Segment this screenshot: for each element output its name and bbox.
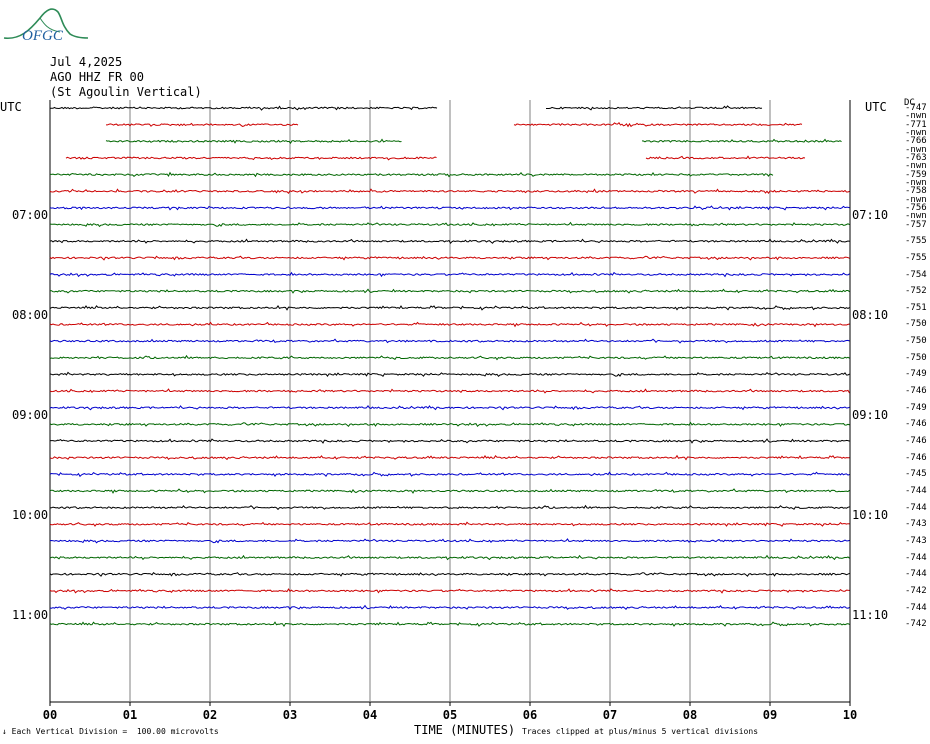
dc-offset-label: -749 [905,402,927,413]
dc-offset-label: -742 [905,585,927,596]
dc-offset-label: -743 [905,535,927,546]
seismic-trace-1 [106,122,299,127]
dc-offset-label: -743 [905,519,927,530]
dc-offset-label: -742 [905,619,927,630]
x-tick-label: 09 [763,708,777,722]
scale-note: ↓ Each Vertical Division = 100.00 microv… [2,727,219,737]
dc-offset-label: -750 [905,319,927,330]
dc-offset-label: -744 [905,485,927,496]
x-tick-label: 02 [203,708,217,722]
seismic-trace-3 [645,155,806,160]
x-tick-label: 10 [843,708,857,722]
seismic-trace-3 [65,156,437,161]
dc-blank-mark: -nwn [905,144,927,155]
right-time-label: 07:10 [852,208,889,223]
scale-text: Each Vertical Division = 100.00 microvol… [11,727,219,736]
left-time-label: 11:00 [12,607,49,622]
x-tick-label: 06 [523,708,537,722]
x-tick-label: 07 [603,708,617,722]
left-time-label: 10:00 [12,507,49,522]
dc-offset-label: -755 [905,252,927,263]
dc-offset-label: -755 [905,236,927,247]
left-time-label: 08:00 [12,308,49,323]
x-tick-label: 00 [43,708,57,722]
dc-offset-label: -746 [905,419,927,430]
seismic-trace-1 [513,122,803,128]
dc-offset-label: -746 [905,436,927,446]
dc-blank-mark: -nwn [905,161,927,172]
dc-offset-label: -744 [905,552,927,563]
dc-offset-label: -744 [905,569,927,580]
dc-offset-label: -751 [905,302,927,313]
dc-blank-mark: -nwn [905,177,927,188]
dc-offset-label: -752 [905,286,927,297]
clip-note: Traces clipped at plus/minus 5 vertical … [522,727,759,736]
seismic-trace-0 [50,105,438,111]
dc-blank-mark: -nwn [905,194,927,205]
dc-offset-label: -744 [905,502,927,513]
right-time-label: 09:10 [852,408,889,423]
x-tick-label: 03 [283,708,297,722]
scale-mark: ↓ [2,727,12,736]
left-time-label: 09:00 [12,408,49,423]
helicorder-plot: 00 01 02 03 04 05 06 07 08 09 10 [43,100,857,722]
dc-blank-mark: -nwn [905,111,927,122]
dc-offset-label: -749 [905,369,927,380]
dc-offset-label: -750 [905,352,927,363]
seismic-trace-4 [49,171,774,178]
right-time-label: 08:10 [852,308,889,323]
dc-offset-label: -746 [905,386,927,397]
right-time-label: 10:10 [852,507,889,522]
x-tick-label: 04 [363,708,377,722]
seismic-trace-2 [105,138,402,145]
dc-offset-label: -744 [905,602,927,613]
dc-offset-label: -754 [905,269,927,280]
x-axis-label: TIME (MINUTES) [414,723,516,737]
right-time-label: 11:10 [852,607,889,622]
dc-blank-mark: -nwn [905,211,927,222]
left-time-label: 07:00 [12,208,49,223]
dc-offset-label: -746 [905,452,927,463]
seismic-trace-2 [641,138,842,143]
dc-offset-label: -750 [905,336,927,347]
x-tick-label: 05 [443,708,457,722]
seismic-trace-0 [546,105,763,111]
x-tick-label: 01 [123,708,137,722]
dc-blank-mark: -nwn [905,127,927,138]
x-tick-label: 08 [683,708,697,722]
dc-offset-label: -745 [905,469,927,480]
